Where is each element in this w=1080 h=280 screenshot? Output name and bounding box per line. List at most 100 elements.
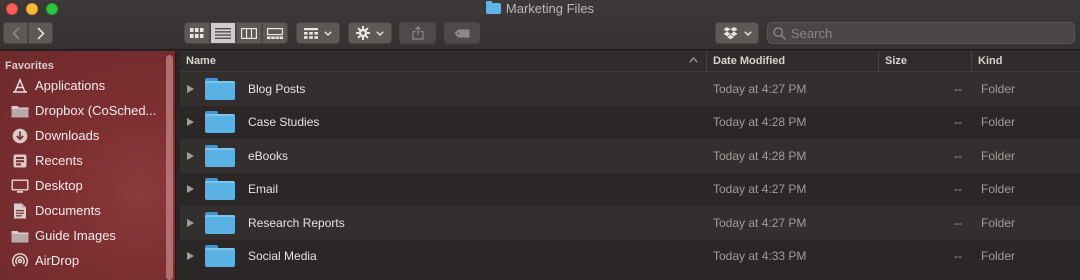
chevron-right-icon [36,26,45,40]
sidebar-item-downloads[interactable]: Downloads [0,123,175,148]
file-name: Research Reports [248,215,345,230]
group-grid-icon [304,27,318,39]
file-name: Case Studies [248,115,320,130]
file-name: Blog Posts [248,81,306,96]
name-cell: Social Media [180,240,707,274]
column-view-icon [241,27,257,39]
disclosure-triangle-icon[interactable] [187,84,194,93]
column-header-size[interactable]: Size [879,50,972,72]
date-modified-cell: Today at 4:28 PM [713,115,807,130]
action-menu-button[interactable] [348,22,392,44]
date-modified-cell: Today at 4:33 PM [713,249,807,264]
sidebar-item-label: Downloads [35,128,100,143]
sidebar-item-label: AirDrop [35,253,80,268]
size-cell: -- [954,215,962,230]
name-cell: Research Reports [180,206,707,240]
table-row[interactable]: Email Today at 4:27 PM -- Folder [180,173,1080,207]
column-header-name[interactable]: Name [180,50,707,72]
back-button[interactable] [3,22,28,44]
sidebar-item-recents[interactable]: Recents [0,148,175,173]
sidebar-item-airdrop[interactable]: AirDrop [0,248,175,273]
disclosure-triangle-icon[interactable] [187,252,194,261]
search-icon [773,26,786,40]
table-row[interactable]: Research Reports Today at 4:27 PM -- Fol… [180,206,1080,240]
sidebar-item-label: Recents [35,153,83,168]
date-modified-cell: Today at 4:27 PM [713,81,807,96]
column-header-label: Kind [978,55,1003,67]
kind-cell: Folder [981,182,1016,197]
disclosure-triangle-icon[interactable] [187,185,194,194]
sidebar-item-dropbox[interactable]: Dropbox (CoSched... [0,98,175,123]
share-icon [411,26,424,40]
group-by-button[interactable] [296,22,340,44]
list-body: Blog Posts Today at 4:27 PM -- Folder Ca… [180,72,1080,273]
size-cell: -- [954,182,962,197]
window-title-text: Marketing Files [505,1,595,16]
table-row[interactable]: Blog Posts Today at 4:27 PM -- Folder [180,72,1080,106]
sidebar-item-desktop[interactable]: Desktop [0,173,175,198]
chevron-down-icon [376,30,384,36]
date-modified-cell: Today at 4:27 PM [713,182,807,197]
tags-button[interactable] [444,22,480,44]
file-name: eBooks [248,148,289,163]
table-row[interactable]: eBooks Today at 4:28 PM -- Folder [180,139,1080,173]
forward-button[interactable] [28,22,53,44]
folder-icon [205,77,235,100]
disclosure-triangle-icon[interactable] [187,118,194,127]
share-button[interactable] [399,22,436,44]
sidebar-item-label: Dropbox (CoSched... [35,103,157,118]
search-input[interactable] [791,25,1071,41]
dropbox-button[interactable] [715,22,759,44]
folder-icon [205,111,235,134]
window-toolbar: Marketing Files [0,0,1080,50]
name-cell: eBooks [180,139,707,173]
column-header-date-modified[interactable]: Date Modified [707,50,879,72]
sidebar-scrollbar[interactable] [166,55,173,280]
search-field[interactable] [767,22,1075,44]
recents-icon [11,153,29,169]
column-view-button[interactable] [236,22,262,44]
kind-cell: Folder [981,215,1016,230]
column-header-kind[interactable]: Kind [972,51,1080,72]
desktop-icon [11,178,29,194]
disclosure-triangle-icon[interactable] [187,151,194,160]
list-view-button[interactable] [210,22,236,44]
sidebar-item-documents[interactable]: Documents [0,198,175,223]
column-header-label: Date Modified [713,55,786,67]
sidebar: Favorites Applications Dropbox (CoSched.… [0,51,176,280]
chevron-down-icon [324,30,332,36]
folder-icon [11,228,29,244]
date-modified-cell: Today at 4:28 PM [713,148,807,163]
documents-icon [11,203,29,219]
sidebar-item-label: Documents [35,203,101,218]
icon-grid-icon [190,28,204,38]
tag-icon [454,29,470,37]
folder-icon [205,245,235,268]
sidebar-item-guide-images[interactable]: Guide Images [0,223,175,248]
dropbox-icon [723,26,737,39]
table-row[interactable]: Case Studies Today at 4:28 PM -- Folder [180,106,1080,140]
sort-ascending-icon [689,55,698,66]
gallery-view-icon [267,27,283,39]
sidebar-item-label: Applications [35,78,106,93]
table-row[interactable]: Social Media Today at 4:33 PM -- Folder [180,240,1080,274]
airdrop-icon [11,252,29,269]
kind-cell: Folder [981,81,1016,96]
folder-icon [485,1,501,14]
column-header-label: Size [885,55,908,67]
folder-icon [205,178,235,201]
applications-icon [11,77,29,94]
file-name: Email [248,182,279,197]
list-header: Name Date Modified Size Kind [180,50,1080,72]
folder-icon [205,211,235,234]
gallery-view-button[interactable] [262,22,288,44]
file-list: Name Date Modified Size Kind Blog Posts … [180,50,1080,280]
icon-view-button[interactable] [184,22,210,44]
size-cell: -- [954,148,962,163]
sidebar-item-label: Guide Images [35,228,116,243]
chevron-down-icon [743,30,752,36]
disclosure-triangle-icon[interactable] [187,218,194,227]
date-modified-cell: Today at 4:27 PM [713,215,807,230]
sidebar-item-applications[interactable]: Applications [0,73,175,98]
name-cell: Blog Posts [180,72,707,106]
